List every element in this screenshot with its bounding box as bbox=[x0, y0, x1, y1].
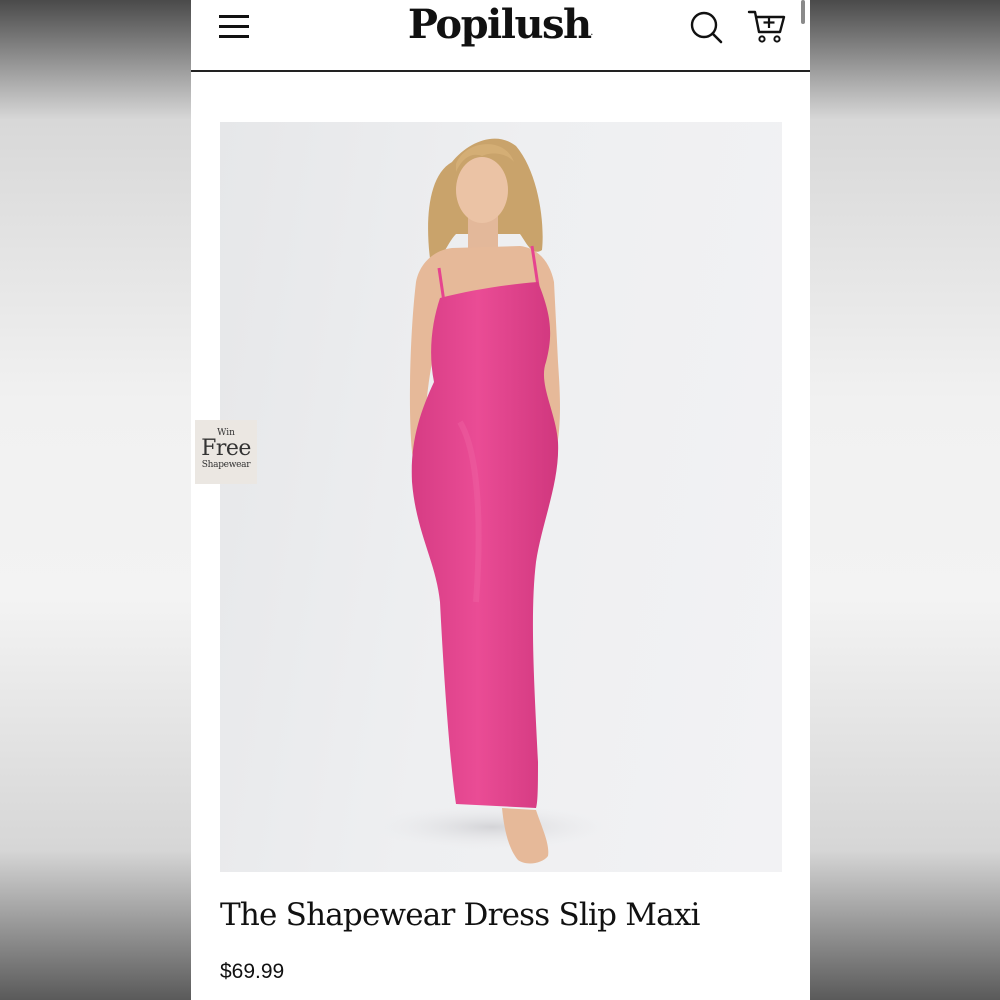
mobile-page: Popilush. Win Free Shapewear The Shapewe… bbox=[191, 0, 810, 1000]
brand-mark: . bbox=[590, 28, 594, 37]
search-icon bbox=[690, 11, 723, 44]
promo-line-3: Shapewear bbox=[201, 460, 251, 470]
win-free-shapewear-badge[interactable]: Win Free Shapewear bbox=[195, 420, 257, 484]
product-price: $69.99 bbox=[220, 960, 285, 983]
product-title[interactable]: The Shapewear Dress Slip Maxi bbox=[220, 893, 700, 937]
screenshot-frame: Popilush. Win Free Shapewear The Shapewe… bbox=[0, 0, 1000, 1000]
model-illustration bbox=[372, 138, 612, 864]
cart-add-icon bbox=[747, 10, 786, 43]
search-button[interactable] bbox=[688, 9, 724, 45]
promo-line-2: Free bbox=[201, 436, 251, 461]
brand-name: Popilush bbox=[407, 1, 592, 48]
site-header: Popilush. bbox=[191, 0, 810, 72]
cart-button[interactable] bbox=[747, 8, 787, 46]
product-image[interactable] bbox=[220, 122, 782, 872]
scrollbar-thumb[interactable] bbox=[801, 0, 805, 24]
